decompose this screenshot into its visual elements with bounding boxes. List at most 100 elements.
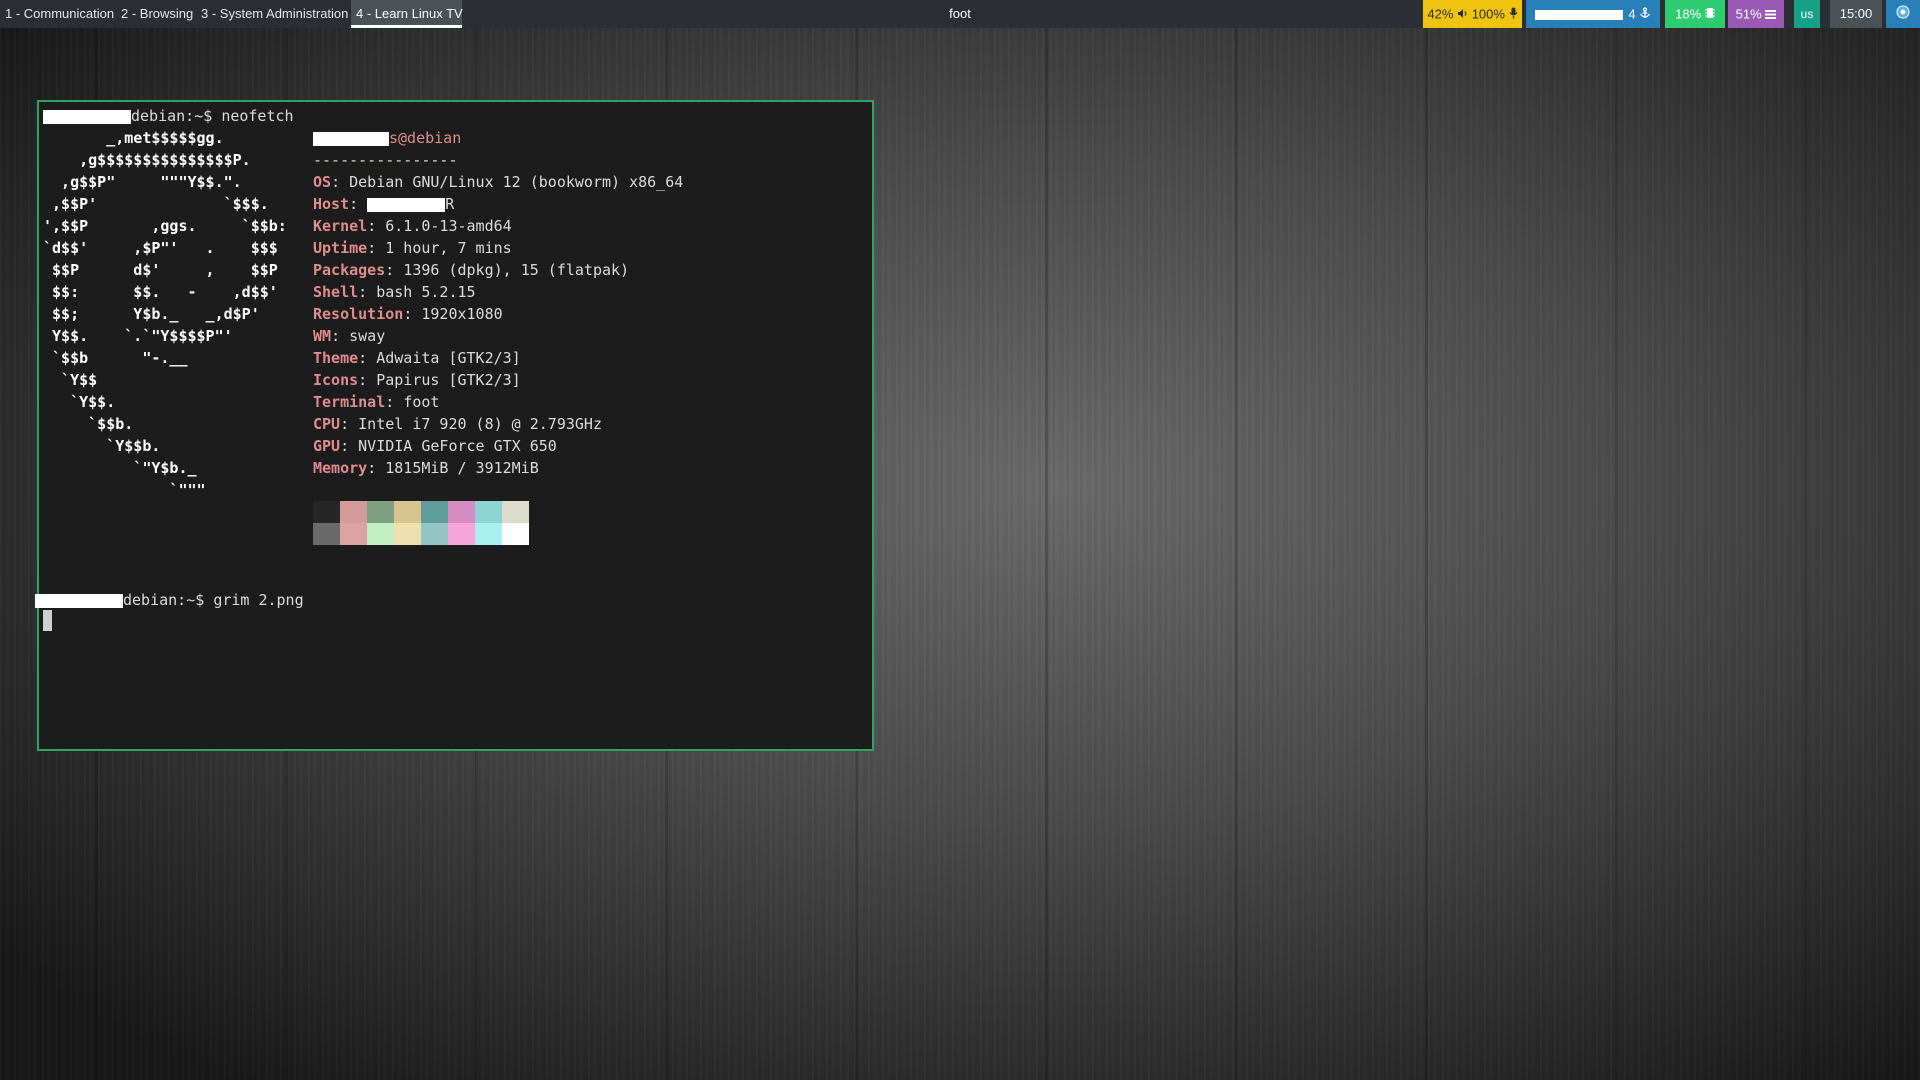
info-label: Shell bbox=[313, 283, 359, 301]
network-status[interactable]: 4 bbox=[1526, 0, 1660, 28]
prompt-line-2: debian:~$ grim 2.png bbox=[35, 589, 304, 611]
ascii-art-line: $$; Y$b._ _,d$P' bbox=[43, 305, 260, 323]
workspace-1[interactable]: 1 - Communication bbox=[0, 0, 119, 28]
memory-icon bbox=[1765, 7, 1777, 22]
prompt-host: debian:~$ bbox=[123, 591, 214, 609]
tray[interactable] bbox=[1886, 0, 1920, 28]
ascii-art-line: `$$b "-.__ bbox=[43, 349, 188, 367]
focused-window-title: foot bbox=[949, 6, 971, 21]
palette-swatch bbox=[421, 501, 448, 523]
ascii-art-line: `Y$$b. bbox=[43, 437, 161, 455]
speaker-icon bbox=[1457, 7, 1472, 22]
separator-line: ---------------- bbox=[313, 151, 458, 169]
redacted-host bbox=[367, 197, 446, 212]
info-value: Papirus [GTK2/3] bbox=[376, 371, 521, 389]
info-value: Intel i7 920 (8) @ 2.793GHz bbox=[358, 415, 602, 433]
ascii-art-line: `Y$$. bbox=[43, 393, 116, 411]
info-value: 1 hour, 7 mins bbox=[385, 239, 512, 257]
info-line-host: Host: R bbox=[313, 195, 455, 213]
info-value: NVIDIA GeForce GTX 650 bbox=[358, 437, 557, 455]
info-value: 1920x1080 bbox=[421, 305, 503, 323]
terminal-window[interactable]: debian:~$ neofetch _,met$$$$$gg. ,g$$$$$… bbox=[35, 100, 874, 751]
ascii-art-line: ,$$P' `$$$. bbox=[43, 195, 269, 213]
ascii-art-line: `$$b. bbox=[43, 415, 134, 433]
info-label: Terminal bbox=[313, 393, 386, 411]
mic-value: 100% bbox=[1471, 6, 1505, 22]
info-value: 6.1.0-13-amd64 bbox=[385, 217, 512, 235]
info-value: R bbox=[445, 195, 455, 213]
text-cursor bbox=[43, 610, 52, 631]
info-line-icons: Icons: Papirus [GTK2/3] bbox=[313, 371, 521, 389]
ascii-art-line: $$: $$. - ,d$$' bbox=[43, 283, 278, 301]
redacted-username bbox=[35, 593, 123, 608]
palette-swatch bbox=[448, 523, 475, 545]
palette-swatch bbox=[313, 523, 340, 545]
info-line-wm: WM: sway bbox=[313, 327, 386, 345]
ascii-art-line: ,g$$$$$$$$$$$$$$$P. bbox=[43, 151, 251, 169]
ascii-art-line: _,met$$$$$gg. bbox=[43, 129, 224, 147]
prompt-command: grim 2.png bbox=[213, 591, 304, 609]
keyboard-layout[interactable]: us bbox=[1794, 0, 1820, 28]
info-value: 1396 (dpkg), 15 (flatpak) bbox=[403, 261, 630, 279]
palette-swatch bbox=[367, 523, 394, 545]
cpu-value: 18% bbox=[1675, 6, 1702, 22]
info-label: Kernel bbox=[313, 217, 368, 235]
ascii-art-line: `""" bbox=[43, 481, 206, 499]
info-line-theme: Theme: Adwaita [GTK2/3] bbox=[313, 349, 521, 367]
redacted-username bbox=[313, 131, 389, 146]
palette-swatch bbox=[475, 523, 502, 545]
info-line-resolution: Resolution: 1920x1080 bbox=[313, 305, 503, 323]
info-value: 1815MiB / 3912MiB bbox=[385, 459, 539, 477]
info-label: GPU bbox=[313, 437, 341, 455]
info-label: OS bbox=[313, 173, 332, 191]
workspace-4[interactable]: 4 - Learn Linux TV bbox=[351, 0, 463, 28]
info-value: sway bbox=[349, 327, 386, 345]
info-line-uptime: Uptime: 1 hour, 7 mins bbox=[313, 239, 512, 257]
ascii-art-line: `d$$' ,$P"' . $$$ bbox=[43, 239, 278, 257]
microphone-icon bbox=[1509, 7, 1518, 22]
info-value: foot bbox=[403, 393, 440, 411]
info-value: bash 5.2.15 bbox=[376, 283, 476, 301]
clock[interactable]: 15:00 bbox=[1830, 0, 1882, 28]
info-value: Debian GNU/Linux 12 (bookworm) x86_64 bbox=[349, 173, 684, 191]
info-line-shell: Shell: bash 5.2.15 bbox=[313, 283, 476, 301]
info-line-cpu: CPU: Intel i7 920 (8) @ 2.793GHz bbox=[313, 415, 602, 433]
info-line-os: OS: Debian GNU/Linux 12 (bookworm) x86_6… bbox=[313, 173, 684, 191]
user-host-line: s@debian bbox=[313, 127, 461, 149]
info-line-packages: Packages: 1396 (dpkg), 15 (flatpak) bbox=[313, 261, 630, 279]
workspace-2[interactable]: 2 - Browsing bbox=[116, 0, 198, 28]
info-label: Memory bbox=[313, 459, 368, 477]
network-icon bbox=[1639, 6, 1651, 22]
ascii-art-line: `"Y$b._ bbox=[43, 459, 197, 477]
volume-value: 42% bbox=[1427, 6, 1454, 22]
cpu-status[interactable]: 18% bbox=[1665, 0, 1725, 28]
redacted-network-name bbox=[1534, 9, 1623, 20]
info-label: Host bbox=[313, 195, 350, 213]
redacted-username bbox=[43, 109, 131, 124]
info-label: WM bbox=[313, 327, 332, 345]
info-label: CPU bbox=[313, 415, 341, 433]
memory-status[interactable]: 51% bbox=[1728, 0, 1784, 28]
prompt-line-1: debian:~$ neofetch bbox=[43, 105, 294, 127]
ascii-art-line: ,g$$P" """Y$$.". bbox=[43, 173, 242, 191]
info-label: Theme bbox=[313, 349, 359, 367]
palette-swatch bbox=[340, 523, 367, 545]
audio-status[interactable]: 42% 100% bbox=[1423, 0, 1522, 28]
ascii-art-line: ',$$P ,ggs. `$$b: bbox=[43, 217, 287, 235]
user-host-suffix: s@debian bbox=[389, 129, 462, 147]
cpu-icon bbox=[1704, 7, 1715, 22]
info-line-gpu: GPU: NVIDIA GeForce GTX 650 bbox=[313, 437, 557, 455]
workspace-3[interactable]: 3 - System Administration bbox=[196, 0, 353, 28]
ascii-art-line: `Y$$ bbox=[43, 371, 98, 389]
palette-swatch bbox=[394, 523, 421, 545]
tray-app-icon[interactable] bbox=[1896, 5, 1910, 22]
ascii-art-line: $$P d$' , $$P bbox=[43, 261, 278, 279]
palette-swatch bbox=[313, 501, 340, 523]
info-label: Icons bbox=[313, 371, 359, 389]
info-line-kernel: Kernel: 6.1.0-13-amd64 bbox=[313, 217, 512, 235]
palette-swatch bbox=[340, 501, 367, 523]
palette-swatch bbox=[448, 501, 475, 523]
palette-swatch bbox=[502, 501, 529, 523]
palette-swatch bbox=[367, 501, 394, 523]
info-line-terminal: Terminal: foot bbox=[313, 393, 440, 411]
